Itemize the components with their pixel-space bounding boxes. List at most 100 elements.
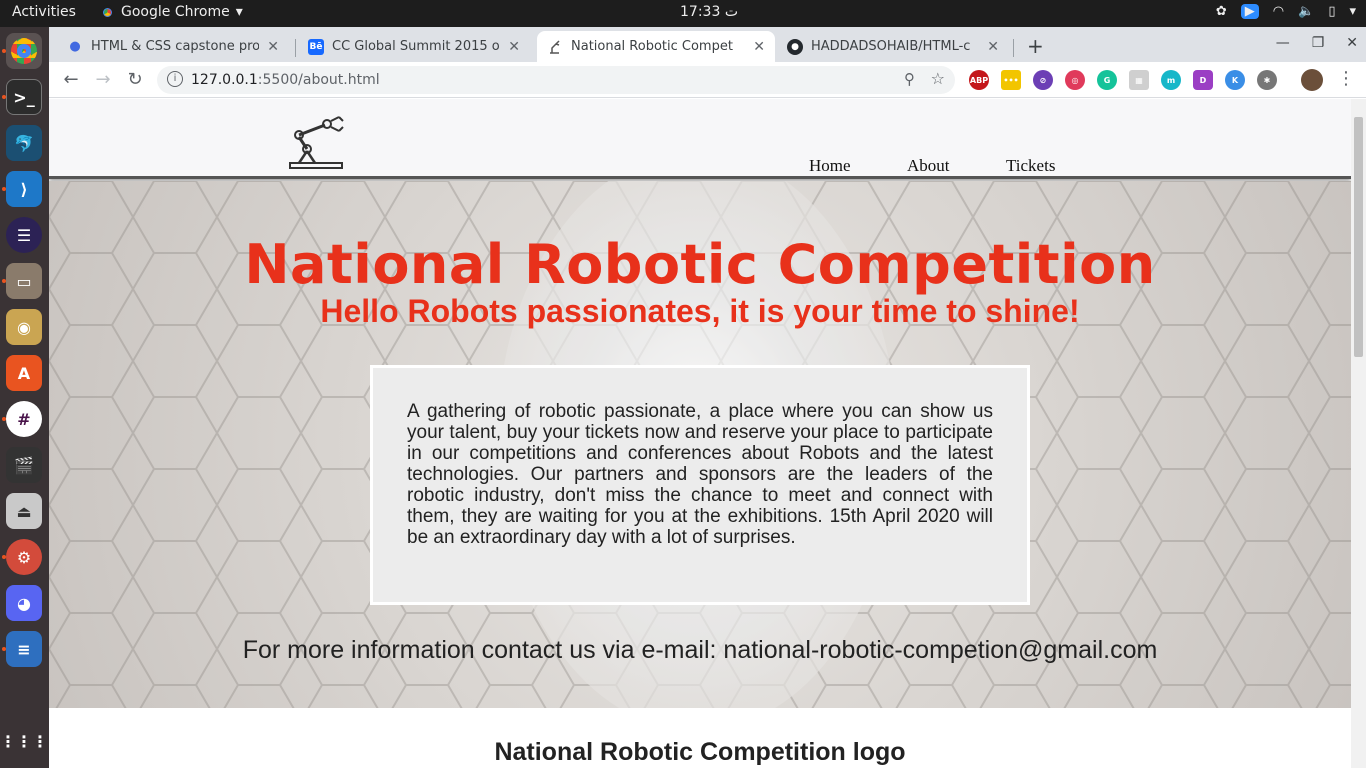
tab-github-repo[interactable]: ● HADDADSOHAIB/HTML-c ✕: [777, 31, 1009, 62]
close-icon[interactable]: ✕: [987, 39, 999, 55]
grammarly-icon[interactable]: G: [1097, 70, 1117, 90]
tab-title: HTML & CSS capstone pro: [91, 39, 260, 54]
url-host: 127.0.0.1: [191, 72, 258, 88]
battery-icon[interactable]: ▯: [1328, 4, 1335, 19]
close-window-button[interactable]: ✕: [1346, 35, 1358, 51]
restore-button[interactable]: ❐: [1312, 35, 1325, 51]
slack-tray-icon[interactable]: ✿: [1216, 4, 1227, 19]
activities-button[interactable]: Activities: [12, 4, 76, 20]
hero-title: National Robotic Competition: [244, 233, 1156, 296]
back-button[interactable]: ←: [59, 68, 83, 92]
text-editor-icon[interactable]: ≡: [6, 631, 42, 667]
files-icon[interactable]: ▭: [6, 263, 42, 299]
about-paragraph: A gathering of robotic passionate, a pla…: [407, 401, 993, 548]
mate-translate-icon[interactable]: m: [1161, 70, 1181, 90]
forward-button[interactable]: →: [91, 68, 115, 92]
close-icon[interactable]: ✕: [508, 39, 520, 55]
contact-info: For more information contact us via e-ma…: [242, 636, 1158, 664]
note-extension-icon[interactable]: •••: [1001, 70, 1021, 90]
nav-about-link[interactable]: About: [907, 156, 950, 176]
tab-html-css-capstone[interactable]: ● HTML & CSS capstone pro ✕: [57, 31, 289, 62]
scrollbar-thumb[interactable]: [1354, 117, 1363, 357]
d-extension-icon[interactable]: D: [1193, 70, 1213, 90]
kami-extension-icon[interactable]: K: [1225, 70, 1245, 90]
wifi-icon[interactable]: ◠: [1273, 4, 1284, 19]
hero-subtitle: Hello Robots passionates, it is your tim…: [320, 293, 1080, 329]
robot-arm-logo-icon: [289, 116, 344, 169]
running-indicator: [2, 555, 6, 559]
tab-cc-global-summit[interactable]: Bē CC Global Summit 2015 on ✕: [298, 31, 530, 62]
profile-avatar[interactable]: [1301, 69, 1323, 91]
chrome-dock-icon[interactable]: [6, 33, 42, 69]
browser-window: ● HTML & CSS capstone pro ✕ Bē CC Global…: [49, 27, 1366, 768]
tab-title: CC Global Summit 2015 on: [332, 39, 501, 54]
reload-button[interactable]: ↻: [123, 68, 147, 92]
system-top-bar: Activities Google Chrome ▾ 17:33 ت ✿ ▶ ◠…: [0, 0, 1366, 27]
bug-extension-icon[interactable]: ✱: [1257, 70, 1277, 90]
mysql-workbench-icon[interactable]: 🐬: [6, 125, 42, 161]
new-tab-button[interactable]: +: [1027, 34, 1044, 58]
software-center-icon[interactable]: A: [6, 355, 42, 391]
tab-strip: ● HTML & CSS capstone pro ✕ Bē CC Global…: [49, 27, 1366, 62]
nav-tickets-link[interactable]: Tickets: [1006, 156, 1055, 176]
nav-home-link[interactable]: Home: [809, 156, 851, 176]
volume-icon[interactable]: 🔈: [1298, 4, 1314, 19]
generic-page-icon: ●: [69, 39, 81, 54]
tab-separator: [1013, 39, 1014, 57]
zoom-tray-icon[interactable]: ▶: [1240, 4, 1259, 19]
running-indicator: [2, 647, 6, 651]
chrome-icon: [100, 4, 115, 20]
lastpass-icon[interactable]: ◎: [1065, 70, 1085, 90]
close-icon[interactable]: ✕: [753, 39, 765, 55]
bookmark-star-icon[interactable]: ☆: [931, 69, 945, 88]
running-indicator: [2, 279, 6, 283]
clock-time: 17:33: [680, 4, 721, 20]
grid-extension-icon[interactable]: ▦: [1129, 70, 1149, 90]
vscode-icon[interactable]: ⟩: [6, 171, 42, 207]
info-icon[interactable]: i: [167, 71, 183, 87]
page-scrollbar[interactable]: [1351, 99, 1366, 768]
clock[interactable]: 17:33 ت: [680, 4, 738, 20]
behance-icon: Bē: [308, 38, 324, 55]
ubuntu-dock: >_ 🐬 ⟩ ☰ ▭ ◉ A # 🎬 ⏏ ⚙ ◕ ≡ ⋮⋮⋮: [0, 27, 49, 768]
hero-section: National Robotic Competition Hello Robot…: [49, 181, 1351, 708]
app-menu[interactable]: Google Chrome ▾: [100, 4, 243, 20]
chevron-down-icon[interactable]: ▾: [1349, 4, 1356, 19]
settings-tool-icon[interactable]: ⚙: [6, 539, 42, 575]
github-icon: ●: [787, 38, 803, 55]
window-controls: — ❐ ✕: [1276, 35, 1358, 51]
tab-title: National Robotic Compet: [571, 39, 733, 54]
terminal-icon[interactable]: >_: [6, 79, 42, 115]
running-indicator: [2, 187, 6, 191]
address-bar[interactable]: i 127.0.0.1:5500/about.html ⚲ ☆: [157, 66, 955, 94]
eclipse-icon[interactable]: ☰: [6, 217, 42, 253]
chevron-down-icon: ▾: [235, 4, 243, 20]
slack-icon[interactable]: #: [6, 401, 42, 437]
block-site-icon[interactable]: ⊘: [1033, 70, 1053, 90]
rhythmbox-icon[interactable]: ◉: [6, 309, 42, 345]
zoom-icon[interactable]: ⚲: [904, 70, 915, 88]
site-logo[interactable]: [287, 113, 347, 177]
video-editor-icon[interactable]: 🎬: [6, 447, 42, 483]
logo-section-heading: National Robotic Competition logo: [494, 738, 906, 766]
tab-title: HADDADSOHAIB/HTML-c: [811, 39, 971, 54]
running-indicator: [2, 417, 6, 421]
usb-creator-icon[interactable]: ⏏: [6, 493, 42, 529]
page-viewport: Home About Tickets National Robotic Comp…: [49, 99, 1351, 768]
url-path: :5500/about.html: [257, 72, 380, 88]
minimize-button[interactable]: —: [1276, 35, 1290, 51]
robot-arm-icon: [547, 39, 563, 55]
site-header: Home About Tickets: [49, 99, 1351, 179]
close-icon[interactable]: ✕: [267, 39, 279, 55]
adblock-plus-icon[interactable]: ABP: [969, 70, 989, 90]
clock-suffix: ت: [724, 4, 738, 20]
about-box: A gathering of robotic passionate, a pla…: [370, 365, 1030, 605]
system-tray[interactable]: ✿ ▶ ◠ 🔈 ▯ ▾: [1216, 4, 1356, 19]
url-text[interactable]: 127.0.0.1:5500/about.html: [191, 72, 380, 88]
show-applications-icon[interactable]: ⋮⋮⋮: [0, 723, 48, 759]
app-menu-label: Google Chrome: [121, 4, 230, 20]
browser-toolbar: ← → ↻ i 127.0.0.1:5500/about.html ⚲ ☆ AB…: [49, 62, 1366, 98]
tab-national-robotic-competition[interactable]: National Robotic Compet ✕: [537, 31, 775, 62]
more-menu-icon[interactable]: ⋮: [1337, 68, 1355, 89]
discord-icon[interactable]: ◕: [6, 585, 42, 621]
